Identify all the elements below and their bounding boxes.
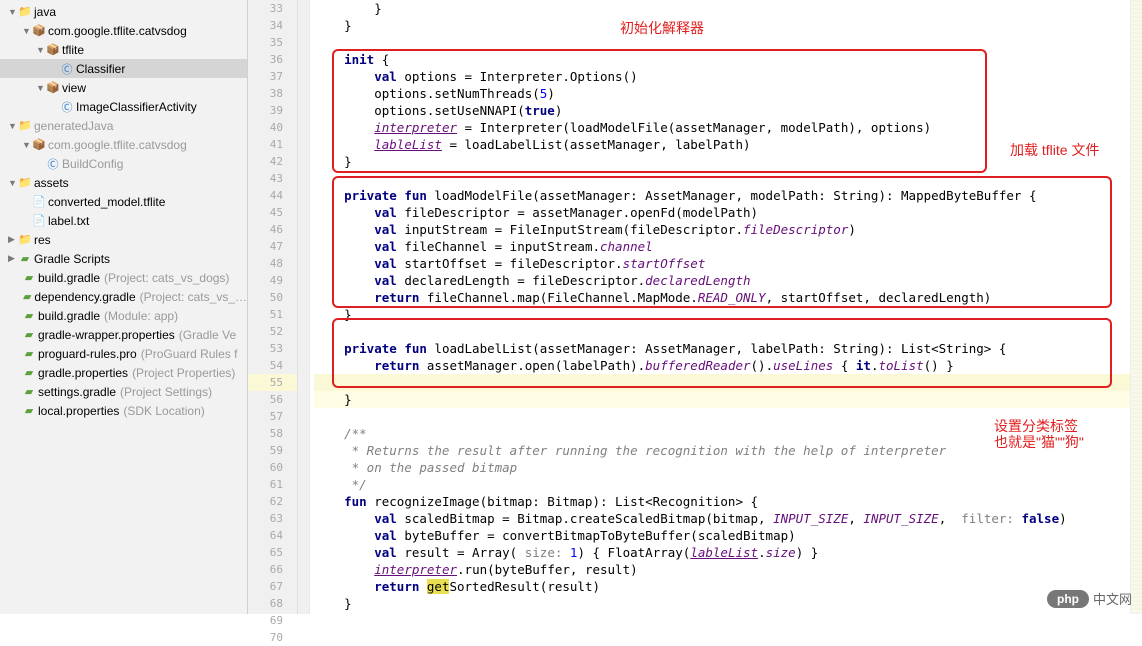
tree-file-gradle[interactable]: ▰dependency.gradle(Project: cats_vs_…: [0, 287, 247, 306]
tree-file-label[interactable]: 📄label.txt: [0, 211, 247, 230]
tree-file-model[interactable]: 📄converted_model.tflite: [0, 192, 247, 211]
tree-file-gradle[interactable]: ▰proguard-rules.pro(ProGuard Rules f: [0, 344, 247, 363]
tree-folder-assets[interactable]: ▼📁assets: [0, 173, 247, 192]
tree-file-gradle[interactable]: ▰local.properties(SDK Location): [0, 401, 247, 420]
tree-folder-view[interactable]: ▼📦view: [0, 78, 247, 97]
tree-file-gradle[interactable]: ▰build.gradle(Module: app): [0, 306, 247, 325]
tree-folder-generated[interactable]: ▼📁generatedJava: [0, 116, 247, 135]
watermark: php中文网: [1047, 589, 1132, 608]
gutter: 3334353637383940414243444546474849505152…: [248, 0, 298, 614]
tree-folder-tflite[interactable]: ▼📦tflite: [0, 40, 247, 59]
tree-folder-res[interactable]: ▶📁res: [0, 230, 247, 249]
tree-file-classifier[interactable]: ⒸClassifier: [0, 59, 247, 78]
code-editor[interactable]: } } init { val options = Interpreter.Opt…: [310, 0, 1142, 614]
tree-file-buildconfig[interactable]: ⒸBuildConfig: [0, 154, 247, 173]
minimap[interactable]: [1130, 0, 1142, 614]
tree-folder-java[interactable]: ▼📁java: [0, 2, 247, 21]
tree-file-gradle[interactable]: ▰build.gradle(Project: cats_vs_dogs): [0, 268, 247, 287]
fold-gutter: [298, 0, 310, 614]
tree-file-gradle[interactable]: ▰gradle.properties(Project Properties): [0, 363, 247, 382]
tree-file-gradle[interactable]: ▰gradle-wrapper.properties(Gradle Ve: [0, 325, 247, 344]
tree-file-gradle[interactable]: ▰settings.gradle(Project Settings): [0, 382, 247, 401]
tree-gradle-scripts[interactable]: ▶▰Gradle Scripts: [0, 249, 247, 268]
project-tree[interactable]: ▼📁java ▼📦com.google.tflite.catvsdog ▼📦tf…: [0, 0, 248, 614]
tree-package[interactable]: ▼📦com.google.tflite.catvsdog: [0, 21, 247, 40]
tree-package[interactable]: ▼📦com.google.tflite.catvsdog: [0, 135, 247, 154]
tree-file-activity[interactable]: ⒸImageClassifierActivity: [0, 97, 247, 116]
